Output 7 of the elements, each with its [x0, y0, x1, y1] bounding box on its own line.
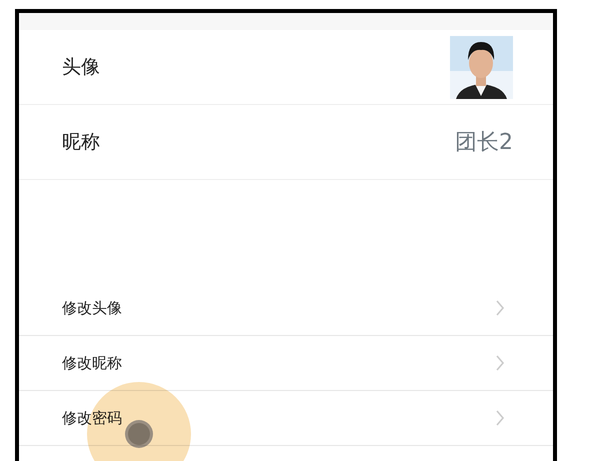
row-label: 昵称 — [62, 130, 100, 155]
chevron-icon — [495, 354, 505, 372]
menu-item[interactable]: 修改头像 — [19, 281, 553, 336]
nickname-value: 团长2 — [455, 129, 513, 157]
row-label: 头像 — [62, 55, 100, 80]
chevron-icon — [495, 409, 505, 427]
chevron-icon — [495, 299, 505, 317]
